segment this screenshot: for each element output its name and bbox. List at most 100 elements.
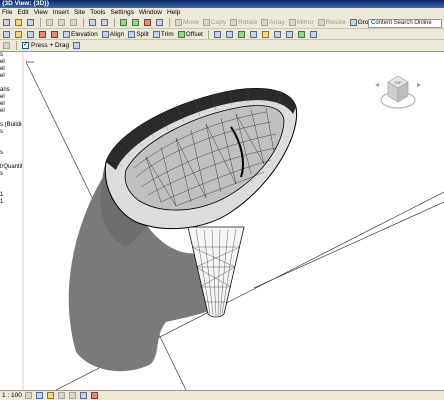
- browser-item[interactable]: [0, 178, 22, 185]
- menu-file[interactable]: File: [2, 9, 12, 16]
- toolbar-separator: [114, 18, 115, 27]
- browser-item[interactable]: t/Quantitie: [0, 164, 22, 171]
- menu-settings[interactable]: Settings: [110, 9, 134, 16]
- menu-insert[interactable]: Insert: [53, 9, 69, 16]
- browser-item[interactable]: s: [0, 52, 22, 59]
- browser-item[interactable]: s: [0, 150, 22, 157]
- browser-item[interactable]: [0, 143, 22, 150]
- menu-tools[interactable]: Tools: [90, 9, 105, 16]
- content-search-input[interactable]: Content Search Online: [368, 19, 442, 28]
- split-button[interactable]: Split: [127, 30, 150, 39]
- menu-site[interactable]: Site: [74, 9, 85, 16]
- align-button[interactable]: Align: [101, 30, 125, 39]
- filter-icon: [73, 42, 81, 49]
- search-placeholder: Content Search Online: [371, 20, 432, 26]
- view-icon: [249, 30, 257, 38]
- browser-item[interactable]: [0, 80, 22, 87]
- render-icon: [144, 19, 151, 26]
- browser-item[interactable]: s: [0, 171, 22, 178]
- move-icon: [175, 19, 182, 26]
- ground-plane-edge: [253, 201, 444, 289]
- copy-button[interactable]: [57, 18, 67, 27]
- resize-button[interactable]: Resize: [317, 18, 347, 27]
- view-tool-7[interactable]: [285, 30, 295, 39]
- view-tool-9[interactable]: [309, 30, 319, 39]
- crop-view-icon[interactable]: [68, 392, 76, 399]
- view-tool-1[interactable]: [213, 30, 223, 39]
- trim-button[interactable]: Trim: [152, 30, 175, 39]
- redo-icon: [101, 19, 108, 26]
- view-tool-5[interactable]: [261, 30, 271, 39]
- redo-button[interactable]: [100, 18, 110, 27]
- options-filter-button[interactable]: [72, 41, 82, 50]
- press-drag-checkbox[interactable]: ✓ Press + Drag: [21, 41, 70, 50]
- new-file-icon: [3, 19, 10, 26]
- viewcube-arrow-left-icon[interactable]: [375, 83, 379, 87]
- project-browser: s el el el ans el el el s (Building s s …: [0, 52, 24, 390]
- array-button[interactable]: Array: [260, 18, 286, 27]
- browser-item[interactable]: 1: [0, 192, 22, 199]
- array-icon: [261, 19, 269, 26]
- detail-level-icon[interactable]: [24, 392, 32, 399]
- view-tool-8[interactable]: [297, 30, 307, 39]
- browser-item[interactable]: el: [0, 73, 22, 80]
- menu-view[interactable]: View: [34, 9, 48, 16]
- rotate-label: Rotate: [238, 19, 258, 26]
- press-drag-label: Press + Drag: [31, 42, 70, 49]
- properties-button[interactable]: [14, 30, 24, 39]
- browser-item[interactable]: ans: [0, 87, 22, 94]
- open-button[interactable]: [14, 18, 24, 27]
- browser-item[interactable]: s (Building: [0, 122, 22, 129]
- browser-item[interactable]: [0, 115, 22, 122]
- browser-item[interactable]: s: [0, 129, 22, 136]
- section-button[interactable]: [155, 18, 165, 27]
- view-scale[interactable]: 1 : 100: [2, 392, 22, 399]
- browser-item[interactable]: [0, 185, 22, 192]
- browser-item[interactable]: 1: [0, 199, 22, 206]
- browser-item[interactable]: el: [0, 66, 22, 73]
- menu-window[interactable]: Window: [139, 9, 162, 16]
- orbit-button[interactable]: [131, 18, 141, 27]
- cut-button[interactable]: [45, 18, 55, 27]
- delete-button[interactable]: [50, 30, 60, 39]
- browser-item[interactable]: el: [0, 101, 22, 108]
- paste-icon: [70, 19, 77, 26]
- zoom-button[interactable]: [119, 18, 129, 27]
- sun-path-icon[interactable]: [46, 392, 54, 399]
- modify-button[interactable]: [2, 30, 12, 39]
- view-tool-3[interactable]: [237, 30, 247, 39]
- undo-button[interactable]: [88, 18, 98, 27]
- view-icon: [297, 30, 305, 38]
- browser-item[interactable]: el: [0, 94, 22, 101]
- browser-item[interactable]: el: [0, 59, 22, 66]
- move-button[interactable]: Move: [174, 18, 200, 27]
- menu-help[interactable]: Help: [167, 9, 180, 16]
- viewcube-arrow-right-icon[interactable]: [417, 83, 421, 87]
- match-button[interactable]: [26, 30, 36, 39]
- view-icon: [225, 30, 233, 38]
- elevation-button[interactable]: Elevation: [62, 30, 99, 39]
- offset-button[interactable]: Offset: [177, 30, 204, 39]
- paste-button[interactable]: [69, 18, 79, 27]
- 3d-viewport[interactable]: TOP: [26, 52, 444, 390]
- shadows-icon[interactable]: [57, 392, 65, 399]
- new-button[interactable]: [2, 18, 12, 27]
- view-tool-2[interactable]: [225, 30, 235, 39]
- temporary-hide-icon[interactable]: [90, 392, 98, 399]
- rotate-button[interactable]: Rotate: [229, 18, 258, 27]
- mirror-button[interactable]: Mirror: [288, 18, 315, 27]
- browser-item[interactable]: el: [0, 108, 22, 115]
- view-tool-6[interactable]: [273, 30, 283, 39]
- render-button[interactable]: [143, 18, 153, 27]
- copy-element-button[interactable]: Copy: [202, 18, 227, 27]
- show-crop-icon[interactable]: [79, 392, 87, 399]
- options-modify-button[interactable]: [2, 41, 12, 50]
- menu-edit[interactable]: Edit: [17, 9, 28, 16]
- browser-item[interactable]: [0, 157, 22, 164]
- save-button[interactable]: [26, 18, 36, 27]
- view-tool-4[interactable]: [249, 30, 259, 39]
- view-icon: [309, 30, 317, 38]
- browser-item[interactable]: [0, 136, 22, 143]
- paint-button[interactable]: [38, 30, 48, 39]
- model-graphics-icon[interactable]: [35, 392, 43, 399]
